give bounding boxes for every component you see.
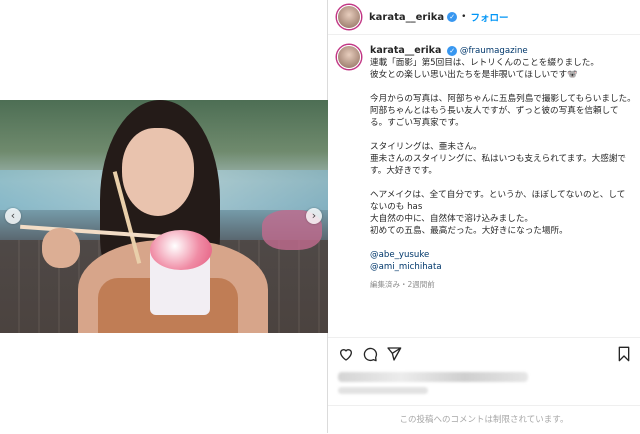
- caption-line: 連載「面影」第5回目は、レトリくんのことを綴りました。: [370, 58, 599, 68]
- chevron-left-icon[interactable]: ‹: [5, 208, 21, 224]
- caption-text: karata__erika ✓ @fraumagazine 連載「面影」第5回目…: [370, 45, 636, 291]
- caption-line: 阿部ちゃんとはもう長い友人ですが、ずっと彼の写真を信頼して: [370, 106, 619, 116]
- caption-line: 亜未さんのスタイリングに、私はいつも支えられてます。大感謝で: [370, 154, 627, 164]
- caption-line: ないのも has: [370, 202, 423, 212]
- comments-disabled-notice: この投稿へのコメントは制限されています。: [328, 405, 640, 434]
- caption: karata__erika ✓ @fraumagazine 連載「面影」第5回目…: [328, 36, 640, 298]
- share-icon[interactable]: [386, 346, 402, 362]
- caption-line: スタイリングは、亜未さん。: [370, 142, 482, 152]
- caption-line: ヘアメイクは、全て自分です。というか、ほぼしてないのと、して: [370, 190, 626, 200]
- photo-hand: [42, 228, 80, 268]
- caption-line: 大自然の中に、自然体で溶け込みました。: [370, 214, 534, 224]
- photo-shaved-ice: [150, 230, 212, 270]
- likes-date-blurred: [338, 387, 428, 394]
- caption-username[interactable]: karata__erika: [370, 45, 441, 56]
- verified-badge-icon: ✓: [447, 12, 458, 22]
- caption-avatar[interactable]: [337, 45, 361, 69]
- comment-icon[interactable]: [362, 346, 378, 362]
- caption-line: 彼女との楽しい思い出たちを是非覗いてほしいです🐨: [370, 70, 578, 80]
- caption-line: 今月からの写真は、阿部ちゃんに五島列島で撮影してもらいました。: [370, 94, 636, 104]
- heart-icon[interactable]: [338, 346, 354, 362]
- chevron-right-icon[interactable]: ›: [306, 208, 322, 224]
- likes-count-blurred: [338, 372, 528, 382]
- caption-line: [370, 81, 630, 93]
- caption-line: る。すごい写真家です。: [370, 118, 464, 128]
- header-separator: •: [461, 12, 467, 22]
- caption-line: す。大好きです。: [370, 166, 438, 176]
- caption-line: 初めての五島、最高だった。大好きになった場所。: [370, 226, 568, 236]
- post-meta: 編集済み・2週間前: [370, 280, 435, 289]
- follow-button[interactable]: フォロー: [470, 10, 508, 24]
- post-media-area: ‹ ›: [0, 0, 328, 433]
- post-sidebar: karata__erika ✓ • フォロー karata__erika ✓ @…: [328, 0, 640, 433]
- photo-face: [122, 128, 194, 216]
- header-username[interactable]: karata__erika: [369, 12, 444, 23]
- avatar[interactable]: [337, 5, 361, 29]
- verified-badge-icon: ✓: [447, 45, 458, 56]
- post-header: karata__erika ✓ • フォロー: [328, 0, 640, 35]
- post-photo[interactable]: [0, 100, 328, 333]
- action-bar: [328, 337, 640, 368]
- mention-link-abe[interactable]: @abe_yusuke: [370, 249, 630, 261]
- mention-link-ami[interactable]: @ami_michihata: [370, 261, 630, 273]
- bookmark-icon[interactable]: [616, 346, 632, 362]
- caption-line: [370, 177, 630, 189]
- caption-line: [370, 129, 630, 141]
- caption-tag-link[interactable]: @fraumagazine: [460, 46, 528, 56]
